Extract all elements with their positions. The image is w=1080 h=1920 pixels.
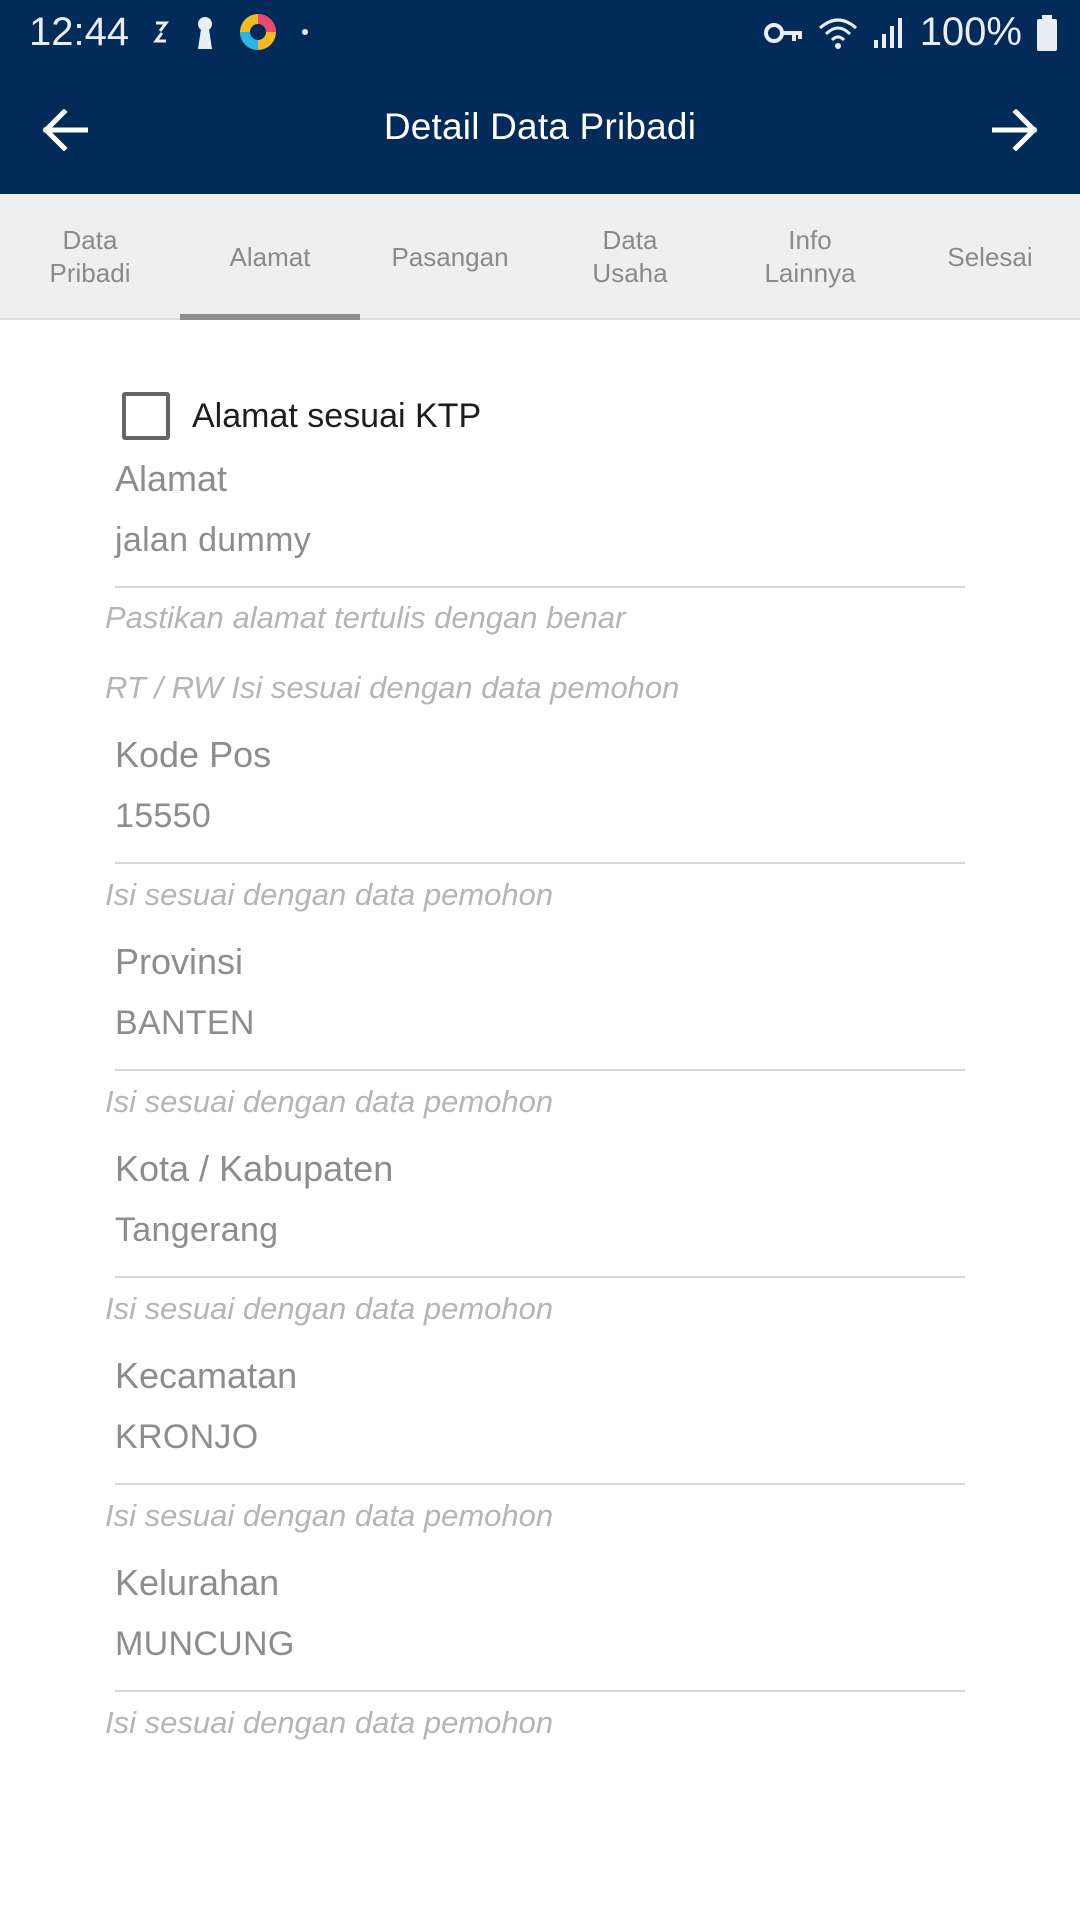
kota-value[interactable]: Tangerang (115, 1211, 278, 1250)
sync-icon (153, 21, 169, 43)
page-title: Detail Data Pribadi (383, 106, 697, 147)
app-icon (240, 14, 276, 50)
kode-pos-field[interactable]: Kode Pos 15550 (115, 734, 965, 866)
kota-label: Kota / Kabupaten (115, 1148, 394, 1189)
arrow-right-icon (992, 109, 1038, 151)
field-underline (115, 1069, 965, 1071)
field-underline (115, 1690, 965, 1692)
tab-alamat[interactable]: Alamat (180, 194, 360, 320)
tab-data-usaha[interactable]: Data Usaha (540, 194, 720, 320)
signal-icon (873, 17, 902, 48)
app-bar: Detail Data Pribadi (0, 62, 1080, 194)
kelurahan-value[interactable]: MUNCUNG (115, 1625, 295, 1664)
status-bar: 12:44 100% (0, 0, 1080, 62)
kelurahan-field[interactable]: Kelurahan MUNCUNG (115, 1562, 965, 1694)
provinsi-hint: Isi sesuai dengan data pemohon (105, 1084, 554, 1119)
wifi-icon (818, 18, 857, 49)
tab-pasangan[interactable]: Pasangan (360, 194, 540, 320)
kota-hint: Isi sesuai dengan data pemohon (105, 1291, 554, 1326)
rt-rw-hint: RT / RW Isi sesuai dengan data pemohon (105, 670, 680, 705)
provinsi-value[interactable]: BANTEN (115, 1004, 255, 1043)
field-underline (115, 1483, 965, 1485)
kelurahan-hint: Isi sesuai dengan data pemohon (105, 1705, 554, 1740)
kode-pos-value[interactable]: 15550 (115, 797, 211, 836)
status-right: 100% (763, 10, 1058, 55)
status-left-icons (150, 12, 310, 52)
battery-icon (1037, 14, 1057, 51)
kelurahan-label: Kelurahan (115, 1562, 280, 1603)
field-underline (115, 862, 965, 864)
lock-icon (198, 17, 212, 49)
tab-bar: Data Pribadi Alamat Pasangan Data Usaha … (0, 194, 1080, 320)
status-time: 12:44 (29, 10, 130, 54)
kecamatan-hint: Isi sesuai dengan data pemohon (105, 1498, 554, 1533)
kecamatan-field[interactable]: Kecamatan KRONJO (115, 1355, 965, 1487)
battery-percent: 100% (919, 10, 1022, 54)
field-underline (115, 586, 965, 588)
alamat-label: Alamat (115, 458, 228, 499)
checkbox-box[interactable] (122, 392, 170, 440)
active-tab-indicator (180, 314, 360, 320)
tab-selesai[interactable]: Selesai (900, 194, 1080, 320)
dot-icon (302, 29, 308, 35)
alamat-sesuai-ktp-checkbox[interactable]: Alamat sesuai KTP (122, 392, 481, 440)
alamat-hint: Pastikan alamat tertulis dengan benar (105, 600, 626, 635)
checkbox-label: Alamat sesuai KTP (192, 396, 482, 435)
provinsi-field[interactable]: Provinsi BANTEN (115, 941, 965, 1073)
kecamatan-value[interactable]: KRONJO (115, 1418, 258, 1457)
field-underline (115, 1276, 965, 1278)
key-icon (763, 22, 802, 43)
kode-pos-hint: Isi sesuai dengan data pemohon (105, 877, 554, 912)
forward-button[interactable] (983, 98, 1047, 162)
alamat-value[interactable]: jalan dummy (115, 521, 311, 560)
provinsi-label: Provinsi (115, 941, 244, 982)
kode-pos-label: Kode Pos (115, 734, 272, 775)
alamat-field[interactable]: Alamat jalan dummy (115, 458, 965, 590)
tab-data-pribadi[interactable]: Data Pribadi (0, 194, 180, 320)
tab-info-lainnya[interactable]: Info Lainnya (720, 194, 900, 320)
kecamatan-label: Kecamatan (115, 1355, 298, 1396)
kota-kabupaten-field[interactable]: Kota / Kabupaten Tangerang (115, 1148, 965, 1280)
